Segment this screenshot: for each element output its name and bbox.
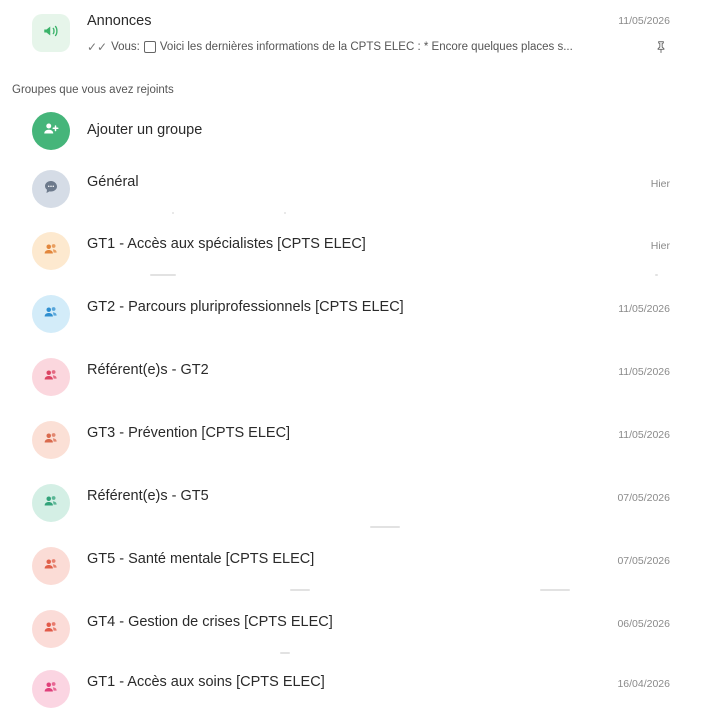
users-icon [42,492,60,515]
megaphone-icon [42,22,60,45]
announcements-title: Annonces [87,13,152,29]
announcements-row[interactable]: Annonces 11/05/2026 ✓✓ Vous: Voici les d… [0,0,706,64]
group-last-activity-date: 06/05/2026 [617,618,670,630]
group-row[interactable]: GT4 - Gestion de crises [CPTS ELEC] 06/05… [0,608,706,668]
preview-placeholder [655,274,658,276]
preview-placeholder [370,526,400,528]
preview-placeholder [172,212,174,214]
preview-prefix: Vous: [111,41,140,53]
group-last-activity-date: 11/05/2026 [618,429,670,441]
group-last-activity-date: Hier [650,178,670,190]
group-avatar [32,358,70,396]
preview-placeholder [280,652,290,654]
preview-placeholder [284,212,286,214]
group-row[interactable]: GT1 - Accès aux spécialistes [CPTS ELEC]… [0,230,706,290]
group-row[interactable]: GT3 - Prévention [CPTS ELEC] 11/05/2026 [0,419,706,479]
group-last-activity-date: 11/05/2026 [618,303,670,315]
group-last-activity-date: 11/05/2026 [618,366,670,378]
preview-placeholder [290,589,310,591]
add-group-icon [42,120,60,143]
document-icon [143,41,156,53]
group-row[interactable]: GT5 - Santé mentale [CPTS ELEC] 07/05/202… [0,545,706,605]
group-last-activity-date: 07/05/2026 [617,555,670,567]
group-name: GT2 - Parcours pluriprofessionnels [CPTS… [87,299,404,315]
chat-bubble-icon [42,178,60,201]
pin-icon[interactable] [654,40,668,57]
announcements-preview: ✓✓ Vous: Voici les dernières information… [87,40,573,54]
group-avatar [32,421,70,459]
users-icon [42,303,60,326]
group-avatar [32,610,70,648]
add-group-avatar [32,112,70,150]
group-name: Référent(e)s - GT5 [87,488,209,504]
group-name: Référent(e)s - GT2 [87,362,209,378]
preview-text: Voici les dernières informations de la C… [159,41,573,53]
preview-placeholder [150,274,176,276]
users-icon [42,240,60,263]
group-last-activity-date: Hier [650,240,670,252]
group-row[interactable]: GT1 - Accès aux soins [CPTS ELEC] 16/04/2… [0,668,706,728]
preview-placeholder [540,589,570,591]
group-avatar [32,295,70,333]
group-last-activity-date: 07/05/2026 [617,492,670,504]
group-avatar [32,170,70,208]
users-icon [42,618,60,641]
group-row[interactable]: GT2 - Parcours pluriprofessionnels [CPTS… [0,293,706,353]
group-row[interactable]: Général Hier [0,168,706,228]
group-name: GT3 - Prévention [CPTS ELEC] [87,425,291,441]
users-icon [42,366,60,389]
announcements-date: 11/05/2026 [618,15,670,27]
section-joined-groups-label: Groupes que vous avez rejoints [12,84,174,96]
users-icon [42,429,60,452]
group-name: Général [87,174,139,190]
group-row[interactable]: Référent(e)s - GT5 07/05/2026 [0,482,706,542]
group-last-activity-date: 16/04/2026 [617,678,670,690]
double-check-icon: ✓✓ [87,40,108,54]
add-group-label: Ajouter un groupe [87,122,203,138]
group-avatar [32,232,70,270]
group-avatar [32,547,70,585]
users-icon [42,555,60,578]
users-icon [42,678,60,701]
group-avatar [32,670,70,708]
group-name: GT1 - Accès aux soins [CPTS ELEC] [87,674,325,690]
group-name: GT5 - Santé mentale [CPTS ELEC] [87,551,315,567]
add-group-button[interactable]: Ajouter un groupe [0,108,706,156]
group-row[interactable]: Référent(e)s - GT2 11/05/2026 [0,356,706,416]
group-name: GT4 - Gestion de crises [CPTS ELEC] [87,614,333,630]
announcements-avatar [32,14,70,52]
group-avatar [32,484,70,522]
group-name: GT1 - Accès aux spécialistes [CPTS ELEC] [87,236,366,252]
